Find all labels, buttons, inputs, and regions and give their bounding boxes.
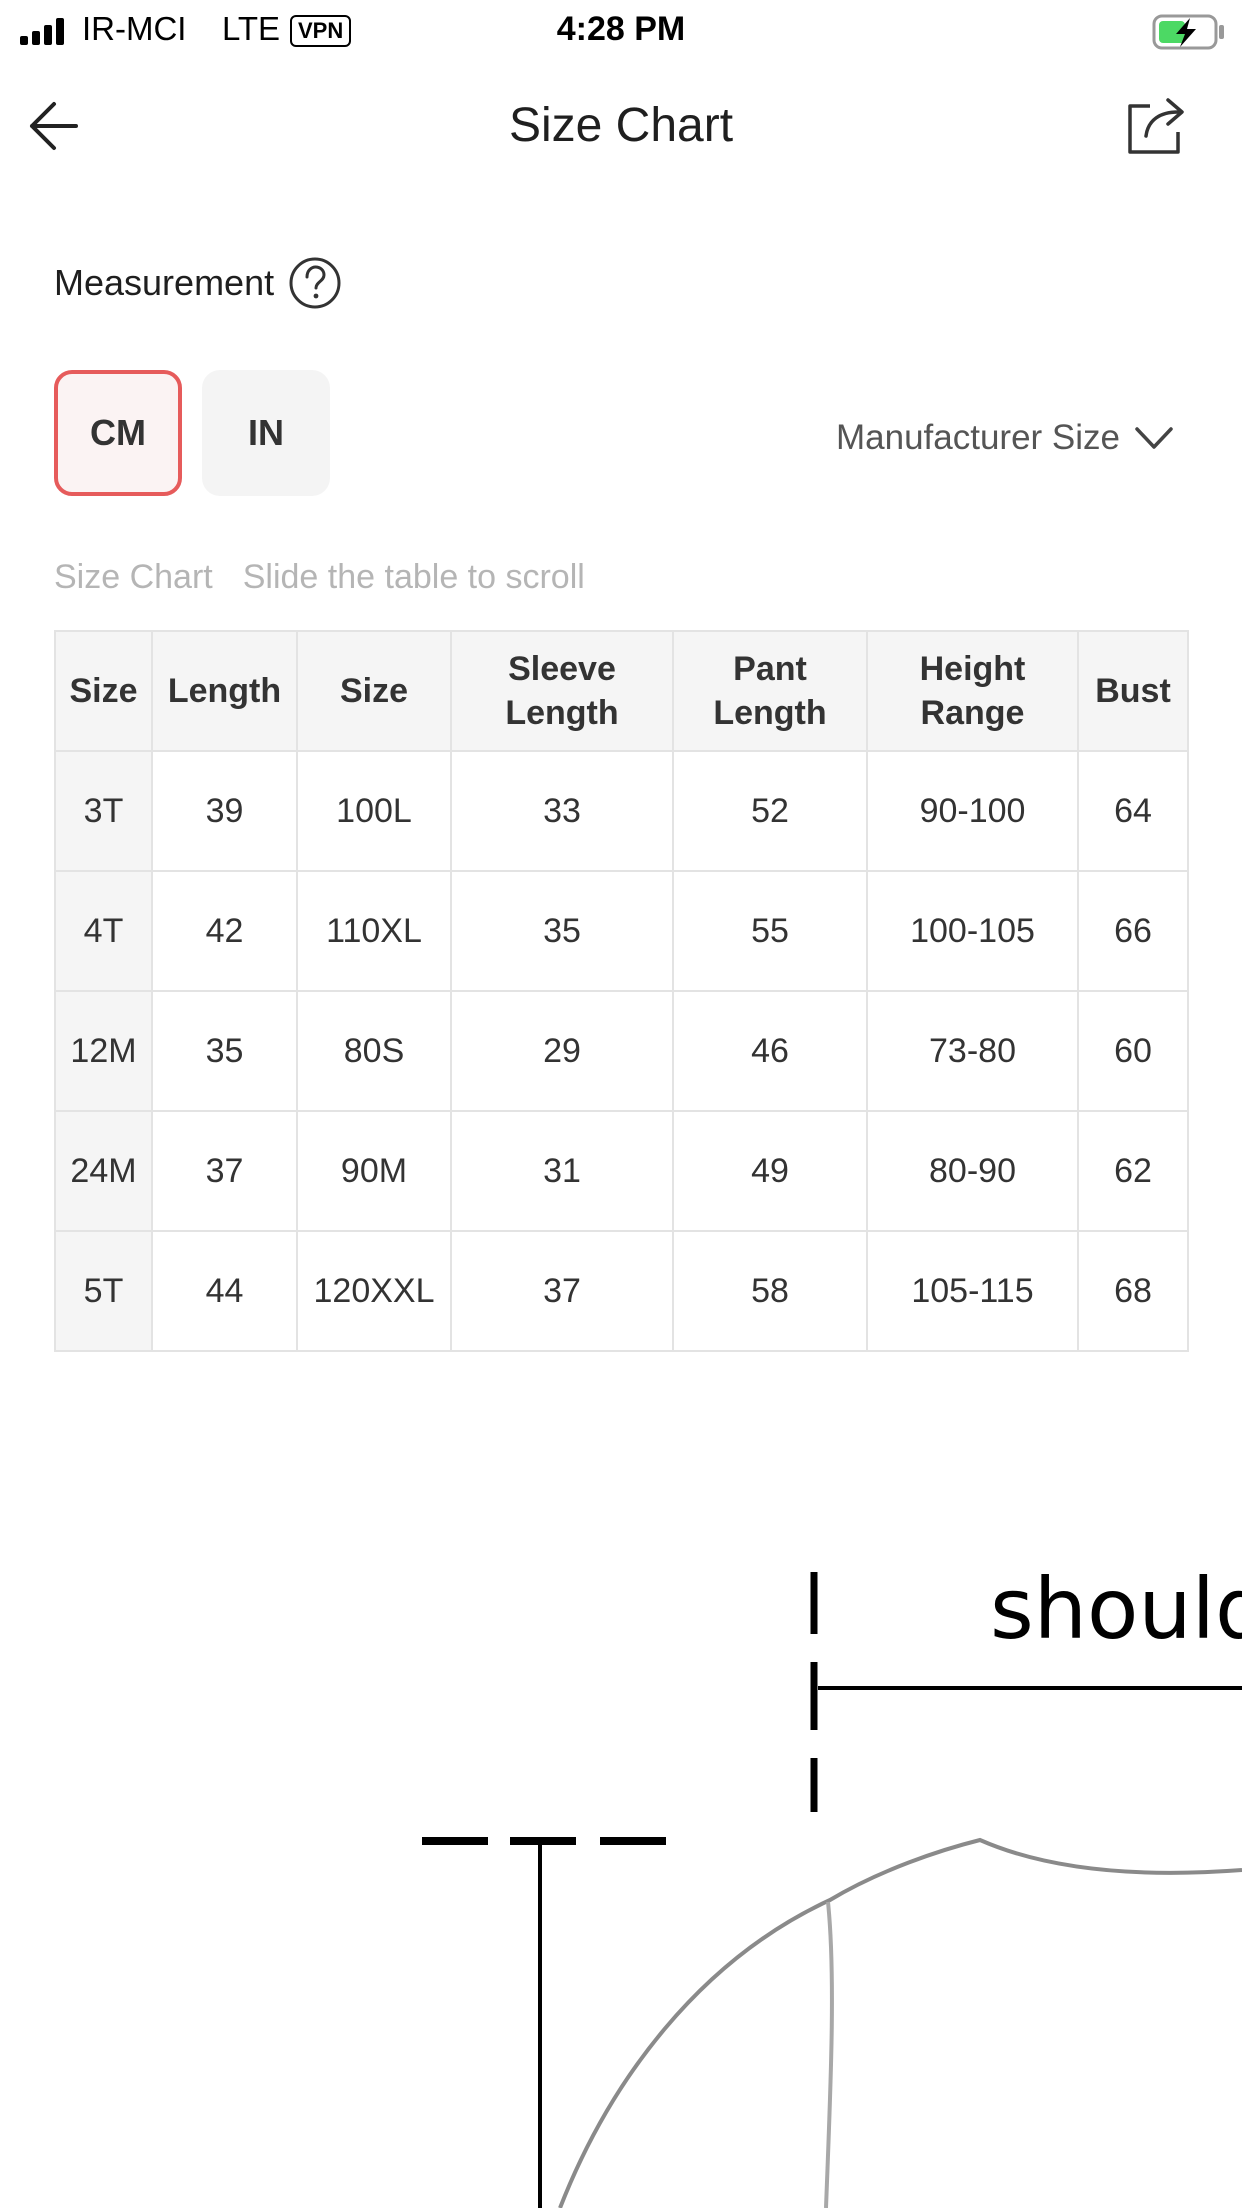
- header-size-label: Size: [296, 630, 452, 752]
- header-line: Pant: [733, 650, 807, 688]
- header-line: Size: [69, 672, 138, 710]
- size-table[interactable]: Size Length Size Sleeve Length Pant Leng…: [54, 630, 1189, 1352]
- sleeve-seam: [824, 1901, 834, 2208]
- table-hint: Size Chart Slide the table to scroll: [54, 558, 585, 597]
- table-cell: 44: [151, 1230, 298, 1352]
- unit-in-button[interactable]: IN: [202, 370, 330, 496]
- table-row: 5T 44 120XXL 37 58 105-115 68: [54, 1230, 1189, 1352]
- share-icon[interactable]: [1124, 92, 1190, 158]
- table-cell: 52: [672, 750, 868, 872]
- hint-instruction: Slide the table to scroll: [242, 558, 585, 596]
- garment-measurement-diagram: should: [422, 1560, 1242, 2208]
- header-height-range: Height Range: [866, 630, 1079, 752]
- table-cell: 12M: [54, 990, 153, 1112]
- shoulder-label: should: [990, 1560, 1242, 1658]
- measurement-label: Measurement: [54, 262, 275, 303]
- table-cell: 37: [450, 1230, 674, 1352]
- header-line: Length: [505, 694, 619, 732]
- header-bust: Bust: [1077, 630, 1189, 752]
- header-line: Sleeve: [508, 650, 616, 688]
- table-row: 3T 39 100L 33 52 90-100 64: [54, 750, 1189, 872]
- battery-charging-icon: [1152, 14, 1224, 50]
- size-type-label: Manufacturer Size: [836, 418, 1121, 457]
- table-cell: 64: [1077, 750, 1189, 872]
- unit-cm-button[interactable]: CM: [54, 370, 182, 496]
- table-cell: 33: [450, 750, 674, 872]
- table-cell: 80-90: [866, 1110, 1079, 1232]
- table-cell: 3T: [54, 750, 153, 872]
- header-line: Size: [339, 672, 409, 710]
- table-cell: 5T: [54, 1230, 153, 1352]
- header-line: Range: [920, 694, 1025, 732]
- table-cell: 35: [450, 870, 674, 992]
- header-line: Height: [919, 650, 1026, 688]
- header-length: Length: [151, 630, 298, 752]
- table-cell: 42: [151, 870, 298, 992]
- table-cell: 73-80: [866, 990, 1079, 1112]
- table-cell: 105-115: [866, 1230, 1079, 1352]
- table-cell: 90M: [296, 1110, 452, 1232]
- table-cell: 4T: [54, 870, 153, 992]
- header-line: Length: [713, 694, 827, 732]
- table-cell: 60: [1077, 990, 1189, 1112]
- table-cell: 90-100: [866, 750, 1079, 872]
- size-type-dropdown[interactable]: Manufacturer Size: [836, 418, 1174, 458]
- table-cell: 66: [1077, 870, 1189, 992]
- table-cell: 100L: [296, 750, 452, 872]
- header-line: Bust: [1095, 672, 1171, 710]
- table-cell: 31: [450, 1110, 674, 1232]
- header-pant-length: Pant Length: [672, 630, 868, 752]
- table-cell: 62: [1077, 1110, 1189, 1232]
- table-row: 12M 35 80S 29 46 73-80 60: [54, 990, 1189, 1112]
- question-circle-icon[interactable]: [288, 256, 342, 310]
- page-title: Size Chart: [508, 99, 734, 152]
- table-cell: 39: [151, 750, 298, 872]
- table-row: 4T 42 110XL 35 55 100-105 66: [54, 870, 1189, 992]
- table-cell: 49: [672, 1110, 868, 1232]
- table-cell: 58: [672, 1230, 868, 1352]
- header-line: Length: [167, 672, 282, 710]
- header-size: Size: [54, 630, 153, 752]
- table-cell: 80S: [296, 990, 452, 1112]
- table-cell: 46: [672, 990, 868, 1112]
- table-cell: 37: [151, 1110, 298, 1232]
- status-bar: IR-MCI LTE VPN 4:28 PM: [0, 0, 1242, 62]
- chevron-down-icon: [1135, 427, 1173, 449]
- table-cell: 68: [1077, 1230, 1189, 1352]
- table-cell: 110XL: [296, 870, 452, 992]
- table-cell: 120XXL: [296, 1230, 452, 1352]
- header-sleeve-length: Sleeve Length: [450, 630, 674, 752]
- table-cell: 35: [151, 990, 298, 1112]
- table-header-row: Size Length Size Sleeve Length Pant Leng…: [54, 630, 1189, 752]
- table-cell: 29: [450, 990, 674, 1112]
- table-cell: 100-105: [866, 870, 1079, 992]
- status-time: 4:28 PM: [556, 10, 686, 48]
- table-row: 24M 37 90M 31 49 80-90 62: [54, 1110, 1189, 1232]
- hint-title: Size Chart: [54, 558, 213, 596]
- table-cell: 55: [672, 870, 868, 992]
- garment-outline: [558, 1837, 1242, 2208]
- table-cell: 24M: [54, 1110, 153, 1232]
